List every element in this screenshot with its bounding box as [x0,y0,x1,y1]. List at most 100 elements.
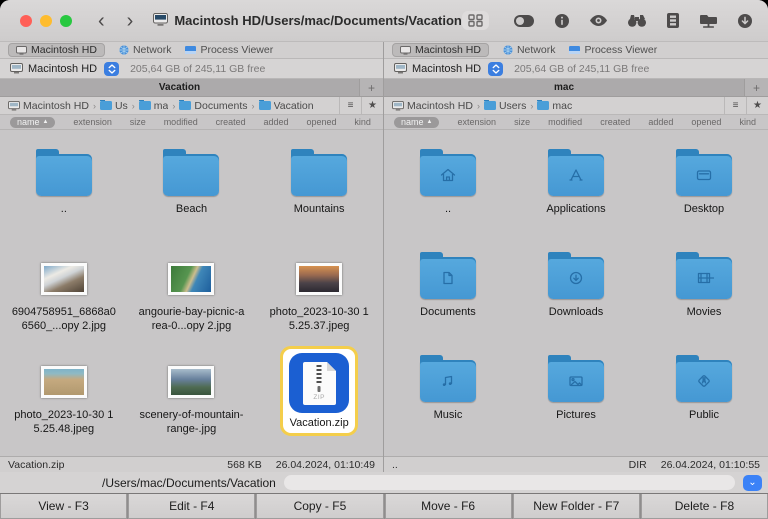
breadcrumb-segment[interactable]: Macintosh HD [8,100,89,112]
breadcrumb-segment[interactable]: Documents [179,99,248,112]
toggle-panels-icon[interactable] [513,14,534,27]
file-label: photo_2023-10-30 15.25.48.jpeg [14,409,114,435]
file-item-beach[interactable]: Beach [128,140,256,243]
device-tab-macintosh-hd[interactable]: Macintosh HD [8,43,105,57]
drive-name: Macintosh HD [412,62,482,75]
column-header-created[interactable]: created [600,117,630,127]
zoom-window-button[interactable] [60,14,72,27]
file-label: Public [689,409,719,421]
file-item-jpeg[interactable]: photo_2023-10-30 15.25.48.jpeg [0,346,128,449]
column-header-modified[interactable]: modified [164,117,198,127]
sort-ascending-icon: ▲ [42,119,49,125]
file-item-music[interactable]: Music [384,346,512,449]
preview-eye-icon[interactable] [589,15,607,26]
file-item-jpeg[interactable]: photo_2023-10-30 15.25.37.jpeg [255,243,383,346]
edit-f4-button[interactable]: Edit - F4 [128,494,256,519]
dual-pane-area: Macintosh HD Network Process Viewer Maci… [0,42,768,472]
column-header-extension[interactable]: extension [73,117,112,127]
close-window-button[interactable] [20,14,32,27]
list-menu-button[interactable]: ≡ [339,97,361,114]
list-menu-button[interactable]: ≡ [724,97,746,114]
documents-folder-icon [420,252,476,299]
file-item-movies[interactable]: Movies [640,243,768,346]
breadcrumb: Macintosh HD › Us › ma › Documents › Vac… [0,99,339,112]
music-folder-icon [420,355,476,402]
column-header-size[interactable]: size [514,117,530,127]
new-tab-button[interactable]: + [359,79,383,96]
file-item-public[interactable]: Public [640,346,768,449]
folder-tab[interactable]: Vacation [0,79,359,96]
drive-selector[interactable]: Macintosh HD [394,63,481,75]
folder-icon [179,99,192,110]
forward-button[interactable]: › [127,11,134,31]
file-item-parent-dir[interactable]: .. [0,140,128,243]
column-header-added[interactable]: added [648,117,673,127]
breadcrumb-segment[interactable]: Us [99,99,128,112]
drive-selector[interactable]: Macintosh HD [10,63,97,75]
breadcrumb-segment[interactable]: Vacation [258,99,314,112]
new-tab-button[interactable]: + [744,79,768,96]
device-tab-network[interactable]: Network [119,44,172,56]
column-header-modified[interactable]: modified [548,117,582,127]
copy-f5-button[interactable]: Copy - F5 [256,494,384,519]
drive-dropdown-stepper[interactable] [488,61,504,76]
column-header-size[interactable]: size [130,117,146,127]
column-header-kind[interactable]: kind [354,117,371,127]
search-binoculars-icon[interactable] [627,14,646,27]
file-item-desktop[interactable]: Desktop [640,140,768,243]
column-header-opened[interactable]: opened [306,117,336,127]
breadcrumb-segment[interactable]: ma [138,99,168,112]
device-tab-label: Network [132,44,172,56]
column-header-created[interactable]: created [216,117,246,127]
file-item-downloads[interactable]: Downloads [512,243,640,346]
folder-tab[interactable]: mac [384,79,744,96]
move-f6-button[interactable]: Move - F6 [384,494,512,519]
breadcrumb-segment[interactable]: Macintosh HD [392,100,473,112]
column-header-opened[interactable]: opened [691,117,721,127]
command-history-dropdown-button[interactable]: ⌄ [743,474,762,491]
file-item-applications[interactable]: Applications [512,140,640,243]
free-space-label: 205,64 GB of 245,11 GB free [514,62,650,75]
file-item-documents[interactable]: Documents [384,243,512,346]
file-item-jpg[interactable]: 6904758951_6868a06560_...opy 2.jpg [0,243,128,346]
file-item-pictures[interactable]: Pictures [512,346,640,449]
status-size: 568 KB [227,458,262,471]
back-button[interactable]: ‹ [98,11,105,31]
info-icon[interactable] [554,13,569,28]
device-tab-process-viewer[interactable]: Process Viewer [569,44,657,56]
file-label: scenery-of-mountain-range-.jpg [139,409,244,435]
sort-ascending-icon: ▲ [426,119,433,125]
view-mode-grid-button[interactable] [461,11,489,30]
minimize-window-button[interactable] [40,14,52,27]
network-drive-icon[interactable] [699,14,717,28]
device-tab-macintosh-hd[interactable]: Macintosh HD [392,43,489,57]
favorites-button[interactable]: ★ [361,97,383,114]
folder-icon [258,99,271,110]
home-folder-icon [420,149,476,196]
column-header-name[interactable]: name ▲ [10,116,56,128]
breadcrumb-segment[interactable]: Users [483,99,526,112]
file-item-mountains[interactable]: Mountains [255,140,383,243]
device-tab-label: Macintosh HD [31,44,97,56]
file-item-vacation-zip-selected[interactable]: ZIP Vacation.zip [255,346,383,449]
folder-icon [291,149,348,196]
favorites-button[interactable]: ★ [746,97,768,114]
drive-dropdown-stepper[interactable] [104,61,120,76]
column-header-kind[interactable]: kind [739,117,756,127]
view-f3-button[interactable]: View - F3 [0,494,128,519]
file-item-jpg[interactable]: scenery-of-mountain-range-.jpg [128,346,256,449]
column-header-name[interactable]: name ▲ [394,116,440,128]
device-tab-process-viewer[interactable]: Process Viewer [185,44,273,56]
column-header-added[interactable]: added [264,117,289,127]
archive-film-icon[interactable] [666,13,679,28]
breadcrumb-segment[interactable]: mac [537,99,572,112]
file-item-jpg[interactable]: angourie-bay-picnic-area-0...opy 2.jpg [128,243,256,346]
delete-f8-button[interactable]: Delete - F8 [640,494,768,519]
file-item-parent-dir[interactable]: .. [384,140,512,243]
disk-icon [8,100,20,110]
download-icon[interactable] [737,13,752,28]
device-tab-network[interactable]: Network [503,44,555,56]
new-folder-f7-button[interactable]: New Folder - F7 [512,494,640,519]
column-header-extension[interactable]: extension [458,117,497,127]
command-input[interactable] [283,475,735,490]
